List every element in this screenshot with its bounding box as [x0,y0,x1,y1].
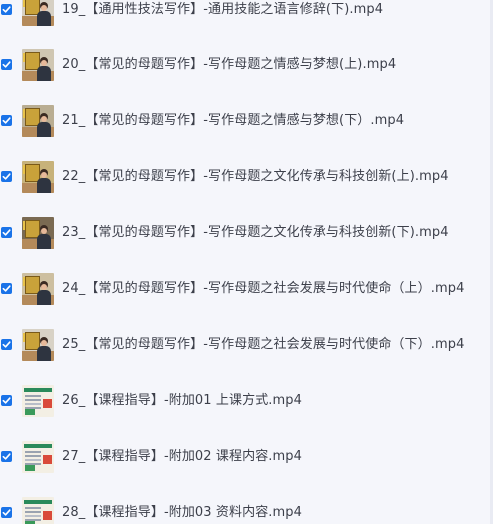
row-checkbox[interactable] [1,171,12,182]
file-row[interactable]: 21_【常见的母题写作】-写作母题之情感与梦想(下）.mp4 [0,93,490,149]
video-thumbnail [22,497,54,524]
checkmark-icon [2,509,11,516]
video-file-list: 19_【通用性技法写作】-通用技能之语言修辞(下).mp4 20_【常见的母题写作… [0,0,493,524]
file-row[interactable]: 24_【常见的母题写作】-写作母题之社会发展与时代使命（上）.mp4 [0,261,490,317]
file-row[interactable]: 27_【课程指导】-附加02 课程内容.mp4 [0,429,490,485]
row-checkbox[interactable] [1,227,12,238]
file-name: 26_【课程指导】-附加01 上课方式.mp4 [62,393,303,408]
checkmark-icon [2,453,11,460]
row-checkbox[interactable] [1,339,12,350]
video-thumbnail [22,273,54,305]
file-row[interactable]: 23_【常见的母题写作】-写作母题之文化传承与科技创新(下).mp4 [0,205,490,261]
file-name: 25_【常见的母题写作】-写作母题之社会发展与时代使命（下）.mp4 [62,337,465,352]
file-row[interactable]: 26_【课程指导】-附加01 上课方式.mp4 [0,373,490,429]
video-thumbnail [22,49,54,81]
checkmark-icon [2,341,11,348]
video-thumbnail [22,441,54,473]
file-row[interactable]: 20_【常见的母题写作】-写作母题之情感与梦想(上).mp4 [0,37,490,93]
file-row[interactable]: 25_【常见的母题写作】-写作母题之社会发展与时代使命（下）.mp4 [0,317,490,373]
row-checkbox[interactable] [1,507,12,518]
video-thumbnail [22,385,54,417]
file-name: 24_【常见的母题写作】-写作母题之社会发展与时代使命（上）.mp4 [62,281,465,296]
file-row[interactable]: 22_【常见的母题写作】-写作母题之文化传承与科技创新(上).mp4 [0,149,490,205]
file-name: 20_【常见的母题写作】-写作母题之情感与梦想(上).mp4 [62,57,397,72]
checkmark-icon [2,229,11,236]
row-checkbox[interactable] [1,283,12,294]
file-name: 22_【常见的母题写作】-写作母题之文化传承与科技创新(上).mp4 [62,169,449,184]
file-name: 19_【通用性技法写作】-通用技能之语言修辞(下).mp4 [62,2,384,17]
video-thumbnail [22,0,54,26]
file-name: 28_【课程指导】-附加03 资料内容.mp4 [62,505,303,520]
checkmark-icon [2,61,11,68]
file-name: 23_【常见的母题写作】-写作母题之文化传承与科技创新(下).mp4 [62,225,449,240]
row-checkbox[interactable] [1,4,12,15]
checkmark-icon [2,397,11,404]
row-checkbox[interactable] [1,395,12,406]
row-checkbox[interactable] [1,59,12,70]
file-name: 27_【课程指导】-附加02 课程内容.mp4 [62,449,303,464]
row-checkbox[interactable] [1,115,12,126]
file-row[interactable]: 28_【课程指导】-附加03 资料内容.mp4 [0,485,490,524]
checkmark-icon [2,6,11,13]
checkmark-icon [2,285,11,292]
checkmark-icon [2,173,11,180]
video-thumbnail [22,161,54,193]
file-name: 21_【常见的母题写作】-写作母题之情感与梦想(下）.mp4 [62,113,405,128]
file-row[interactable]: 19_【通用性技法写作】-通用技能之语言修辞(下).mp4 [0,0,490,38]
row-checkbox[interactable] [1,451,12,462]
video-thumbnail [22,217,54,249]
video-thumbnail [22,105,54,137]
checkmark-icon [2,117,11,124]
video-thumbnail [22,329,54,361]
